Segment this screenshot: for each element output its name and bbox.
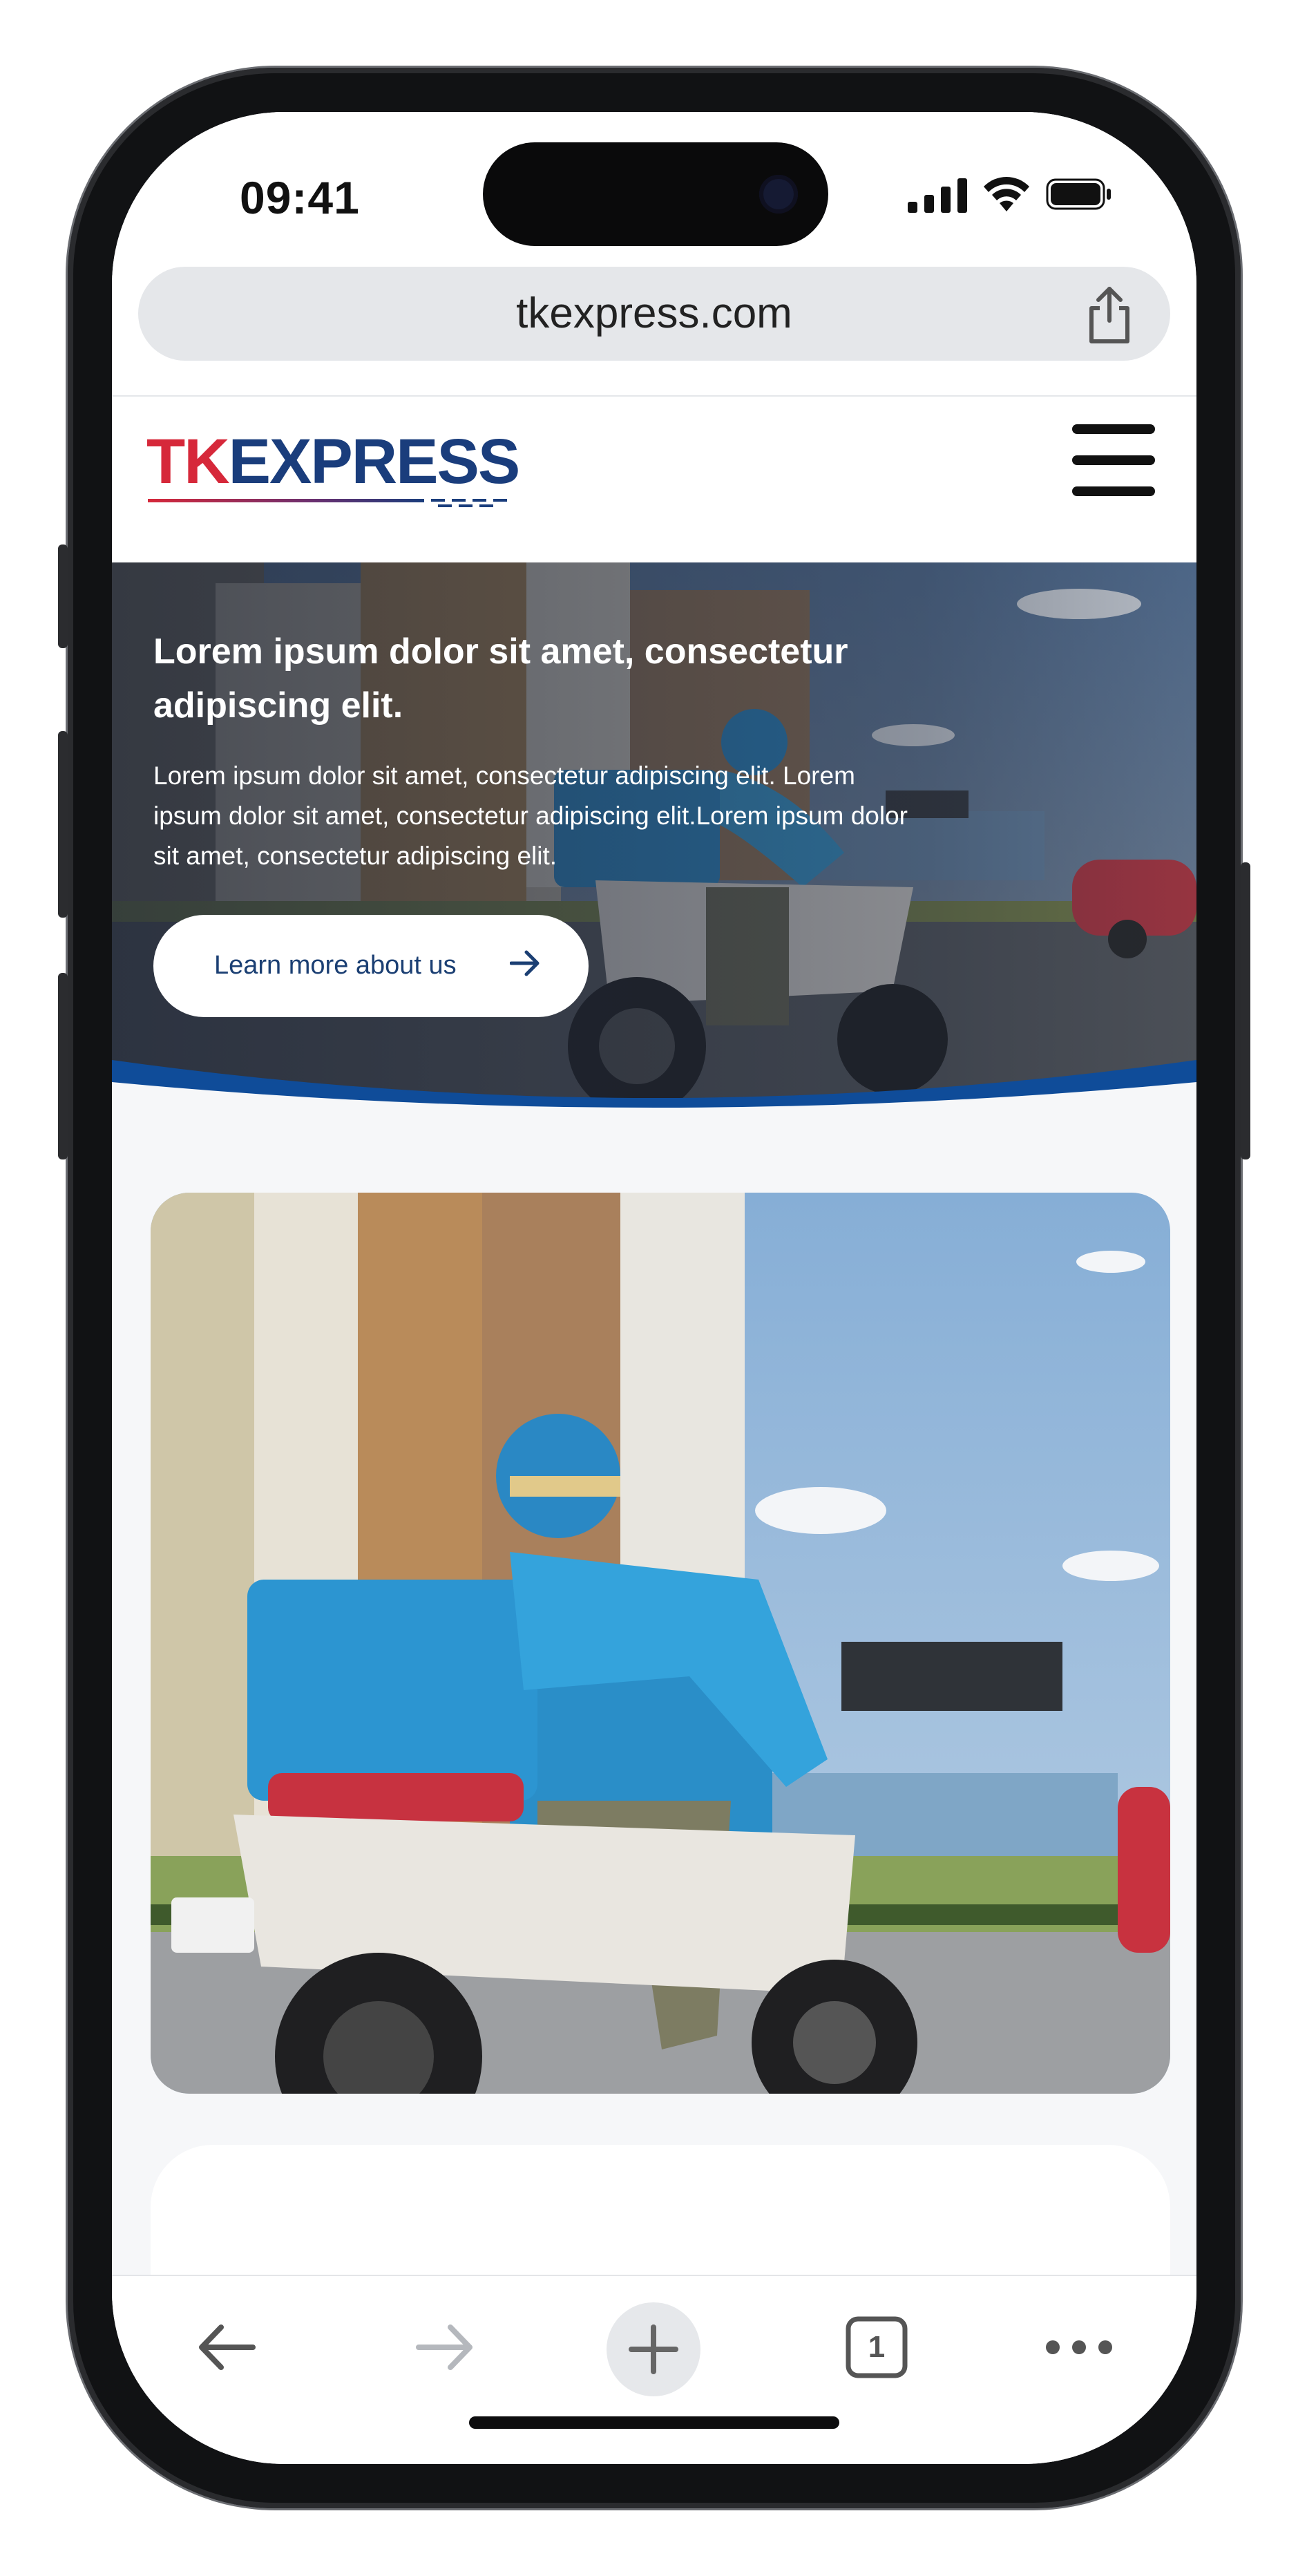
hamburger-icon[interactable]	[1072, 424, 1155, 496]
status-bar: 09:41	[112, 112, 1196, 257]
url-text[interactable]: tkexpress.com	[138, 289, 1170, 338]
delivery-photo	[151, 1193, 1170, 2094]
wifi-icon	[984, 177, 1029, 211]
tab-count: 1	[868, 2330, 886, 2364]
learn-more-label: Learn more about us	[214, 951, 457, 980]
dynamic-island	[483, 142, 828, 246]
battery-icon	[1046, 178, 1111, 210]
learn-more-button[interactable]: Learn more about us	[153, 915, 589, 1017]
volume-up-button	[58, 731, 68, 918]
browser-address-area: tkexpress.com	[112, 257, 1196, 397]
hero-section: Lorem ipsum dolor sit amet, consectetur …	[112, 562, 1196, 1133]
logo-tk: TK	[146, 426, 230, 497]
site-header: TKEXPRESS	[112, 397, 1196, 562]
back-icon[interactable]	[189, 2309, 265, 2385]
more-icon[interactable]	[1038, 2309, 1120, 2385]
side-button	[1241, 862, 1250, 1159]
address-bar[interactable]: tkexpress.com	[138, 267, 1170, 361]
camera-icon	[759, 175, 798, 214]
tabs-button[interactable]: 1	[839, 2309, 915, 2385]
logo-express: EXPRESS	[228, 426, 521, 497]
hero-text: Lorem ipsum dolor sit amet, consectetur …	[153, 761, 908, 870]
share-icon[interactable]	[1082, 285, 1137, 345]
screen: 09:41 tkexpress.com TKEXPRESS Lorem ipsu…	[112, 112, 1196, 2464]
delivery-rider-image	[151, 1193, 1170, 2094]
site-logo[interactable]: TKEXPRESS	[146, 426, 521, 498]
hero-title: Lorem ipsum dolor sit amet, consectetur …	[153, 632, 848, 726]
phone-frame: 09:41 tkexpress.com TKEXPRESS Lorem ipsu…	[58, 68, 1250, 2508]
logo-underline	[148, 499, 507, 507]
arrow-right-icon	[510, 950, 540, 976]
forward-icon[interactable]	[406, 2309, 482, 2385]
signal-icon	[908, 178, 967, 213]
status-time: 09:41	[240, 172, 360, 223]
home-indicator[interactable]	[469, 2416, 839, 2429]
action-button	[58, 544, 68, 648]
new-tab-button[interactable]	[607, 2302, 700, 2396]
browser-toolbar: 1	[112, 2275, 1196, 2464]
plus-icon	[629, 2324, 678, 2374]
volume-down-button	[58, 973, 68, 1159]
